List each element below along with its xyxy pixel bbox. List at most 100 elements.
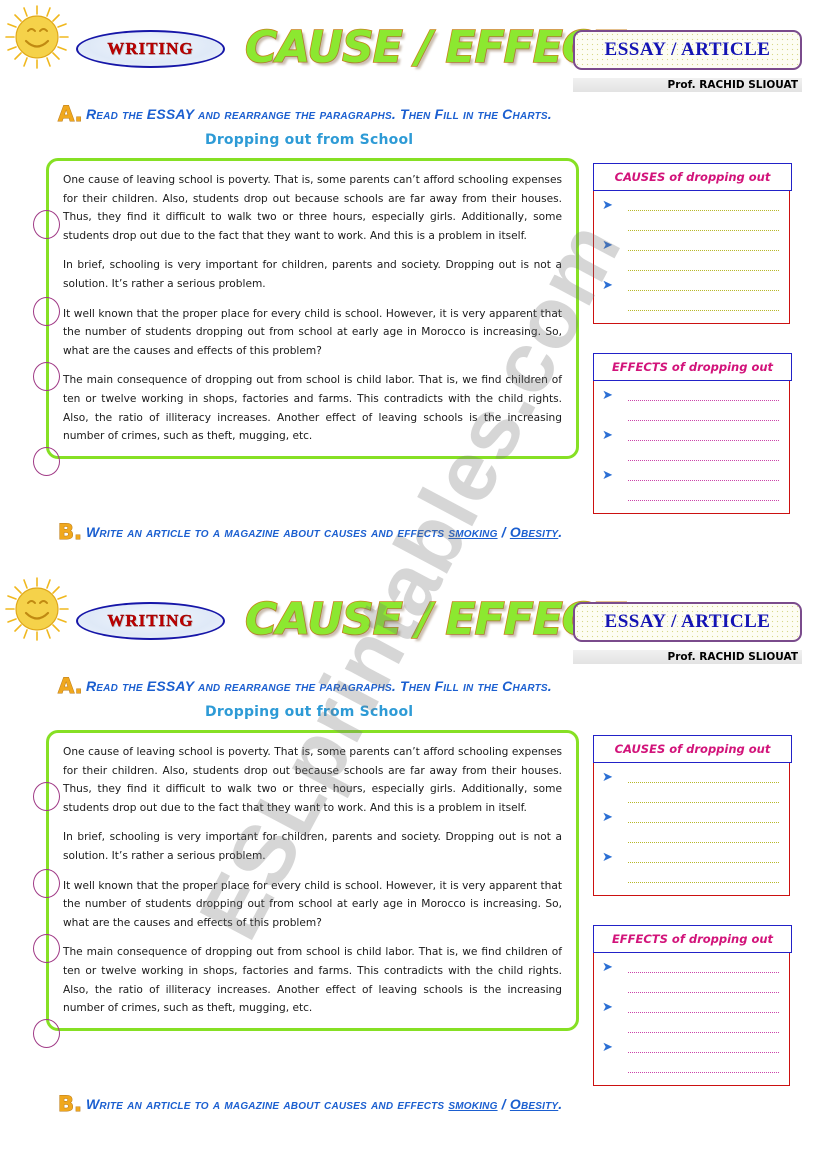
essay-paragraph: In brief, schooling is very important fo… [63, 259, 562, 290]
write-line[interactable] [628, 782, 779, 783]
arrow-bullet-icon: ➤ [602, 959, 613, 974]
paragraph-order-circle[interactable] [33, 297, 60, 326]
paragraph-order-circle[interactable] [33, 934, 60, 963]
task-b-text-pre: Write an article to a magazine about cau… [86, 524, 449, 540]
essay-textbox: One cause of leaving school is poverty. … [46, 158, 579, 459]
effects-chart-header: EFFECTS of dropping out [593, 353, 792, 381]
task-b-row: B. Write an article to a magazine about … [0, 1092, 821, 1118]
write-line[interactable] [628, 210, 779, 211]
task-b-instruction: Write an article to a magazine about cau… [86, 1096, 562, 1112]
essay-article-label: ESSAY / ARTICLE [604, 39, 771, 60]
task-a-body: One cause of leaving school is poverty. … [0, 158, 821, 528]
essay-paragraph: One cause of leaving school is poverty. … [63, 174, 562, 242]
causes-chart-title: CAUSES of dropping out [614, 742, 771, 756]
paragraph-order-circle[interactable] [33, 362, 60, 391]
essay-title: Dropping out from School [205, 704, 414, 720]
write-line[interactable] [628, 1072, 779, 1073]
paragraph-order-circle[interactable] [33, 210, 60, 239]
paragraph-order-circle[interactable] [33, 1019, 60, 1048]
effects-chart: EFFECTS of dropping out ➤ ➤ ➤ [593, 353, 792, 514]
write-line[interactable] [628, 842, 779, 843]
arrow-bullet-icon: ➤ [602, 427, 613, 442]
task-b-separator: / [497, 1096, 510, 1112]
professor-name: Prof. RACHID SLIOUAT [573, 650, 802, 664]
essay-paragraph: The main consequence of dropping out fro… [63, 374, 562, 443]
task-b-link-smoking[interactable]: smoking [448, 1096, 497, 1112]
arrow-bullet-icon: ➤ [602, 769, 613, 784]
effects-chart: EFFECTS of dropping out ➤ ➤ ➤ [593, 925, 792, 1086]
write-line[interactable] [628, 972, 779, 973]
task-b-row: B. Write an article to a magazine about … [0, 520, 821, 546]
essay-article-badge: ESSAY / ARTICLE [573, 30, 802, 70]
write-line[interactable] [628, 420, 779, 421]
effects-chart-header: EFFECTS of dropping out [593, 925, 792, 953]
task-b-link-obesity[interactable]: Obesity [510, 524, 558, 540]
write-line[interactable] [628, 400, 779, 401]
write-line[interactable] [628, 230, 779, 231]
effects-chart-body[interactable]: ➤ ➤ ➤ [593, 952, 790, 1086]
task-a-row: A. Read the ESSAY and rearrange the para… [0, 102, 821, 149]
task-b-link-obesity[interactable]: Obesity [510, 1096, 558, 1112]
write-line[interactable] [628, 822, 779, 823]
write-line[interactable] [628, 862, 779, 863]
task-a-body: One cause of leaving school is poverty. … [0, 730, 821, 1100]
essay-paragraph: It well known that the proper place for … [63, 879, 562, 929]
arrow-bullet-icon: ➤ [602, 197, 613, 212]
worksheet-copy-2: WRITING CAUSE / EFFECT ESSAY / ARTICLE P… [0, 572, 821, 1152]
professor-name: Prof. RACHID SLIOUAT [573, 78, 802, 92]
arrow-bullet-icon: ➤ [602, 467, 613, 482]
causes-chart: CAUSES of dropping out ➤ ➤ ➤ [593, 735, 792, 896]
arrow-bullet-icon: ➤ [602, 387, 613, 402]
write-line[interactable] [628, 440, 779, 441]
writing-badge-label: WRITING [107, 611, 194, 630]
arrow-bullet-icon: ➤ [602, 277, 613, 292]
causes-chart-body[interactable]: ➤ ➤ ➤ [593, 190, 790, 324]
effects-chart-body[interactable]: ➤ ➤ ➤ [593, 380, 790, 514]
task-a-row: A. Read the ESSAY and rearrange the para… [0, 674, 821, 721]
causes-chart-header: CAUSES of dropping out [593, 163, 792, 191]
write-line[interactable] [628, 1032, 779, 1033]
essay-article-badge: ESSAY / ARTICLE [573, 602, 802, 642]
arrow-bullet-icon: ➤ [602, 809, 613, 824]
effects-chart-title: EFFECTS of dropping out [611, 360, 774, 374]
arrow-bullet-icon: ➤ [602, 999, 613, 1014]
write-line[interactable] [628, 1052, 779, 1053]
worksheet-copy-1: WRITING CAUSE / EFFECT ESSAY / ARTICLE P… [0, 0, 821, 580]
writing-badge: WRITING [76, 602, 225, 640]
essay-textbox: One cause of leaving school is poverty. … [46, 730, 579, 1031]
paragraph-order-circle[interactable] [33, 782, 60, 811]
arrow-bullet-icon: ➤ [602, 1039, 613, 1054]
task-b-separator: / [497, 524, 510, 540]
write-line[interactable] [628, 480, 779, 481]
write-line[interactable] [628, 1012, 779, 1013]
write-line[interactable] [628, 250, 779, 251]
write-line[interactable] [628, 270, 779, 271]
task-b-text-pre: Write an article to a magazine about cau… [86, 1096, 449, 1112]
write-line[interactable] [628, 992, 779, 993]
write-line[interactable] [628, 290, 779, 291]
task-a-instruction: Read the ESSAY and rearrange the paragra… [86, 106, 552, 122]
write-line[interactable] [628, 882, 779, 883]
arrow-bullet-icon: ➤ [602, 849, 613, 864]
task-b-letter: B. [58, 1092, 83, 1117]
causes-chart-body[interactable]: ➤ ➤ ➤ [593, 762, 790, 896]
write-line[interactable] [628, 460, 779, 461]
write-line[interactable] [628, 802, 779, 803]
causes-chart-title: CAUSES of dropping out [614, 170, 771, 184]
task-b-instruction: Write an article to a magazine about cau… [86, 524, 562, 540]
essay-paragraph: In brief, schooling is very important fo… [63, 831, 562, 862]
task-a-instruction: Read the ESSAY and rearrange the paragra… [86, 678, 552, 694]
task-b-text-post: . [558, 524, 563, 540]
causes-chart: CAUSES of dropping out ➤ ➤ ➤ [593, 163, 792, 324]
essay-paragraph: One cause of leaving school is poverty. … [63, 746, 562, 814]
write-line[interactable] [628, 500, 779, 501]
paragraph-order-circle[interactable] [33, 869, 60, 898]
essay-paragraph: The main consequence of dropping out fro… [63, 946, 562, 1015]
worksheet-header: WRITING CAUSE / EFFECT ESSAY / ARTICLE P… [0, 0, 821, 98]
effects-chart-title: EFFECTS of dropping out [611, 932, 774, 946]
paragraph-order-circle[interactable] [33, 447, 60, 476]
task-b-link-smoking[interactable]: smoking [448, 524, 497, 540]
sun-smiley-icon [5, 5, 69, 69]
write-line[interactable] [628, 310, 779, 311]
causes-chart-header: CAUSES of dropping out [593, 735, 792, 763]
